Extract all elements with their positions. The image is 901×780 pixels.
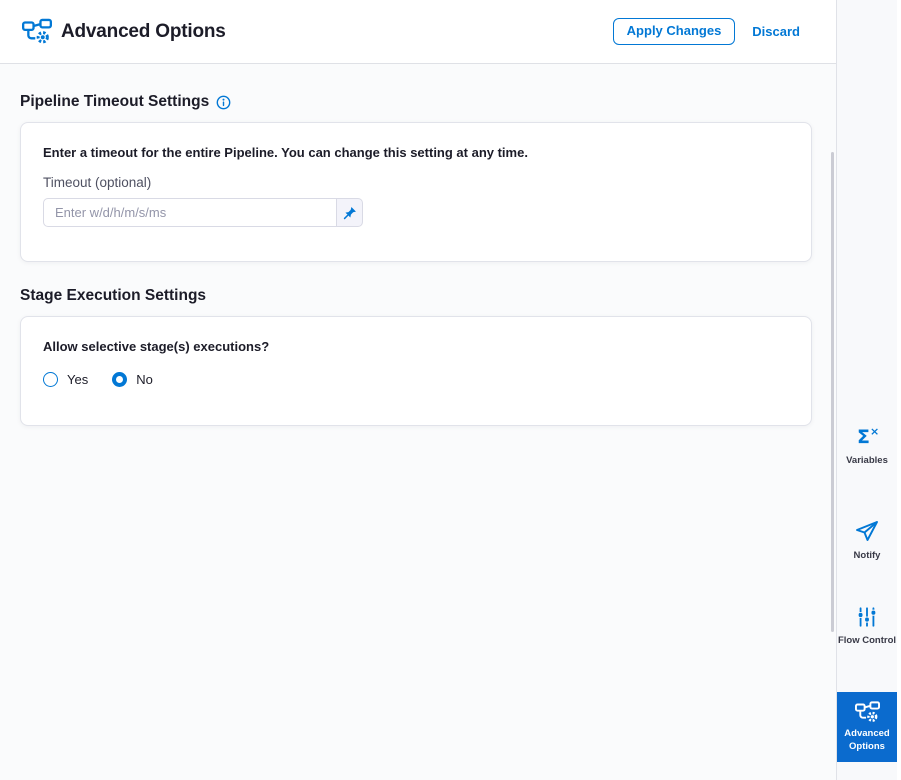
radio-no-circle[interactable] (112, 372, 128, 387)
header-title-group: Advanced Options (22, 18, 226, 45)
sidebar-label-advanced-options: Advanced Options (844, 728, 890, 752)
radio-no-label: No (136, 372, 153, 387)
stage-execution-heading-text: Stage Execution Settings (20, 287, 207, 304)
sidebar-label-flow-control: Flow Control (837, 635, 897, 646)
stage-execution-heading: Stage Execution Settings (20, 287, 812, 305)
pipeline-gear-icon-white (854, 701, 880, 723)
timeout-field-label: Timeout (optional) (43, 175, 152, 190)
header-actions: Apply Changes Discard (612, 18, 800, 45)
stage-execution-card: Allow selective stage(s) executions? Yes… (20, 316, 812, 426)
svg-text:×: × (870, 425, 879, 438)
selective-stage-question: Allow selective stage(s) executions? (43, 339, 270, 354)
radio-option-yes[interactable]: Yes (43, 372, 88, 387)
pipeline-timeout-card: Enter a timeout for the entire Pipeline.… (20, 122, 812, 262)
svg-text:Σ: Σ (857, 426, 870, 448)
pipeline-gear-icon (22, 18, 52, 45)
radio-option-no[interactable]: No (112, 372, 153, 387)
vertical-scrollbar[interactable] (831, 152, 834, 632)
sidebar-item-flow-control[interactable]: Flow Control (837, 606, 897, 647)
pipeline-timeout-heading-text: Pipeline Timeout Settings (20, 93, 210, 110)
pin-icon (343, 206, 357, 220)
timeout-input[interactable] (43, 198, 337, 227)
sidebar-item-variables[interactable]: Σ × Variables (837, 424, 897, 467)
radio-yes-label: Yes (67, 372, 89, 387)
sidebar-item-advanced-options[interactable]: Advanced Options (837, 692, 897, 762)
paper-plane-icon (855, 519, 879, 543)
timeout-input-row (43, 198, 363, 227)
discard-link[interactable]: Discard (752, 24, 800, 39)
radio-yes-circle[interactable] (43, 372, 58, 387)
header: Advanced Options Apply Changes Discard (0, 0, 836, 64)
sidebar-label-notify: Notify (853, 550, 881, 561)
selective-stage-radio-group: Yes No (43, 372, 789, 387)
right-sidebar: Σ × Variables Notify Flow Control Advanc… (836, 0, 897, 780)
content-area: Pipeline Timeout Settings Enter a timeou… (0, 64, 836, 780)
sidebar-item-notify[interactable]: Notify (837, 519, 897, 562)
fixed-value-pin-button[interactable] (336, 198, 363, 227)
sliders-icon (856, 606, 878, 628)
pipeline-timeout-heading: Pipeline Timeout Settings (20, 93, 812, 111)
apply-changes-button[interactable]: Apply Changes (612, 18, 736, 45)
sigma-x-icon: Σ × (854, 424, 880, 448)
info-icon[interactable] (216, 95, 231, 110)
sidebar-label-variables: Variables (846, 455, 888, 466)
page-title: Advanced Options (61, 20, 226, 42)
timeout-description: Enter a timeout for the entire Pipeline.… (43, 145, 528, 160)
main-panel: Advanced Options Apply Changes Discard P… (0, 0, 836, 780)
